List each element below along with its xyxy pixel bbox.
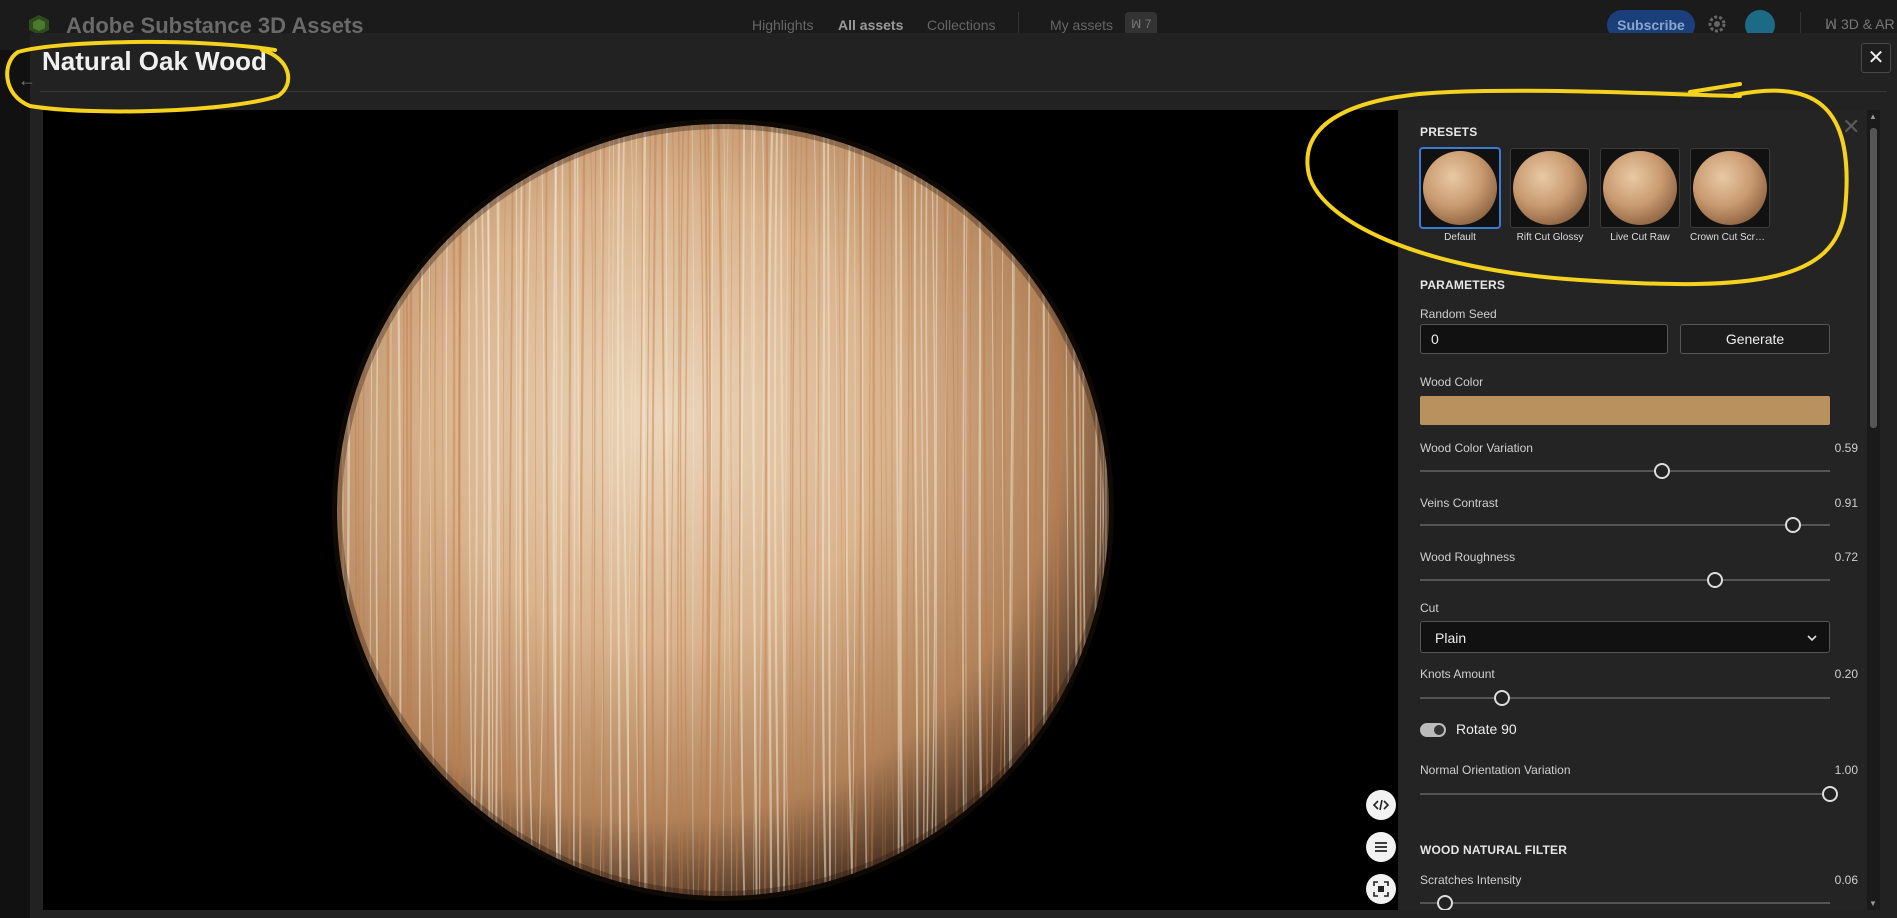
generate-button[interactable]: Generate — [1680, 324, 1830, 354]
viewer-menu-button[interactable] — [1366, 832, 1396, 862]
material-preview-sphere[interactable] — [43, 110, 1398, 910]
preset-thumbnail — [1510, 148, 1590, 228]
preset-live-cut-raw[interactable]: Live Cut Raw — [1600, 148, 1680, 243]
slider-track — [1420, 524, 1830, 526]
adobe-icon: ꟽ — [1131, 17, 1145, 31]
rotate-90-toggle[interactable] — [1420, 723, 1446, 737]
random-seed-input[interactable] — [1420, 324, 1668, 354]
presets-heading: PRESETS — [1420, 125, 1478, 139]
cut-label: Cut — [1420, 601, 1439, 615]
preset-label: Default — [1444, 232, 1476, 243]
parameters-heading: PARAMETERS — [1420, 278, 1506, 292]
brand-3d-ar[interactable]: ꟽ 3D & AR — [1825, 16, 1895, 33]
normal-orientation-variation-slider[interactable] — [1420, 786, 1838, 802]
preset-sphere — [1513, 151, 1587, 225]
asset-modal: ← Natural Oak Wood ✕ ✕ PRESETS Default R… — [18, 33, 1897, 918]
slider-track — [1420, 470, 1830, 472]
close-button[interactable]: ✕ — [1861, 43, 1891, 73]
scroll-down-icon[interactable]: ▼ — [1869, 899, 1877, 908]
wood-color-variation-value: 0.59 — [1834, 441, 1858, 455]
scroll-up-icon[interactable]: ▲ — [1869, 112, 1877, 121]
adobe-logo-icon: ꟽ — [1825, 16, 1841, 32]
code-icon — [1372, 799, 1390, 811]
embed-code-button[interactable] — [1366, 790, 1396, 820]
parameters-panel: ✕ PRESETS Default Rift Cut Glossy Live C… — [1400, 110, 1880, 910]
grain-line — [409, 124, 413, 896]
wood-color-label: Wood Color — [1420, 375, 1484, 389]
count-value: 7 — [1144, 17, 1152, 31]
preset-crown-cut-scratched[interactable]: Crown Cut Scrat... — [1690, 148, 1770, 243]
nav-highlights[interactable]: Highlights — [752, 17, 813, 33]
grain-line — [404, 124, 410, 896]
wood-natural-filter-heading: WOOD NATURAL FILTER — [1420, 843, 1568, 857]
knots-amount-label: Knots Amount — [1420, 667, 1495, 681]
3d-viewport[interactable] — [43, 110, 1398, 910]
brand-3d-ar-label: 3D & AR — [1840, 16, 1895, 32]
veins-contrast-label: Veins Contrast — [1420, 496, 1499, 510]
knots-amount-slider[interactable] — [1420, 690, 1830, 706]
scratches-intensity-slider[interactable] — [1420, 895, 1830, 910]
close-icon: ✕ — [1867, 47, 1885, 69]
wood-color-swatch[interactable] — [1420, 396, 1830, 425]
veins-contrast-slider[interactable] — [1420, 517, 1830, 533]
slider-track — [1420, 902, 1830, 904]
slider-thumb[interactable] — [1653, 463, 1670, 479]
wood-roughness-value: 0.72 — [1834, 550, 1858, 564]
veins-contrast-value: 0.91 — [1834, 496, 1858, 510]
fit-view-button[interactable] — [1366, 874, 1396, 904]
panel-scrollbar[interactable]: ▲ ▼ — [1867, 110, 1880, 910]
back-arrow-icon[interactable]: ← — [18, 70, 36, 91]
panel-close-icon[interactable]: ✕ — [1842, 114, 1860, 140]
rotate-90-label: Rotate 90 — [1456, 721, 1517, 737]
scratches-intensity-label: Scratches Intensity — [1420, 873, 1522, 887]
slider-thumb[interactable] — [1822, 786, 1838, 802]
scrollbar-thumb[interactable] — [1870, 128, 1877, 428]
page-title: Natural Oak Wood — [42, 46, 267, 76]
slider-thumb[interactable] — [1785, 517, 1802, 533]
preset-label: Rift Cut Glossy — [1516, 232, 1584, 243]
preset-default[interactable]: Default — [1420, 148, 1500, 243]
grain-line — [1102, 124, 1105, 896]
cut-select-value: Plain — [1435, 630, 1467, 646]
menu-icon — [1375, 842, 1387, 852]
preset-sphere — [1423, 151, 1497, 225]
slider-thumb[interactable] — [1494, 690, 1510, 706]
slider-thumb[interactable] — [1436, 895, 1453, 910]
cut-select[interactable]: Plain — [1420, 621, 1830, 653]
title-divider — [40, 91, 1887, 92]
toggle-knob — [1434, 725, 1444, 735]
nav-all-assets[interactable]: All assets — [838, 17, 903, 33]
wood-color-variation-slider[interactable] — [1420, 463, 1830, 479]
preset-sphere — [1693, 151, 1767, 225]
wood-roughness-slider[interactable] — [1420, 572, 1830, 588]
nav-my-assets[interactable]: My assets — [1050, 17, 1113, 33]
normal-orientation-variation-label: Normal Orientation Variation — [1420, 763, 1571, 777]
gear-icon[interactable] — [1706, 13, 1728, 35]
preset-sphere — [1603, 151, 1677, 225]
slider-track — [1420, 579, 1830, 581]
chevron-down-icon — [1807, 635, 1817, 642]
slider-track — [1420, 697, 1830, 699]
nav-collections[interactable]: Collections — [927, 17, 995, 33]
preset-thumbnail — [1420, 148, 1500, 228]
preset-label: Crown Cut Scrat... — [1690, 232, 1770, 243]
fit-view-icon — [1373, 881, 1389, 897]
scratches-intensity-value: 0.06 — [1834, 873, 1858, 887]
preset-thumbnail — [1600, 148, 1680, 228]
preset-thumbnail — [1690, 148, 1770, 228]
grain-line — [804, 124, 808, 896]
preset-rift-cut-glossy[interactable]: Rift Cut Glossy — [1510, 148, 1590, 243]
knots-amount-value: 0.20 — [1834, 667, 1858, 681]
slider-track — [1420, 793, 1830, 795]
wood-roughness-label: Wood Roughness — [1420, 550, 1516, 564]
preset-label: Live Cut Raw — [1610, 232, 1670, 243]
random-seed-label: Random Seed — [1420, 307, 1497, 321]
normal-orientation-variation-value: 1.00 — [1834, 763, 1858, 777]
slider-thumb[interactable] — [1707, 572, 1724, 588]
wood-color-variation-label: Wood Color Variation — [1420, 441, 1533, 455]
